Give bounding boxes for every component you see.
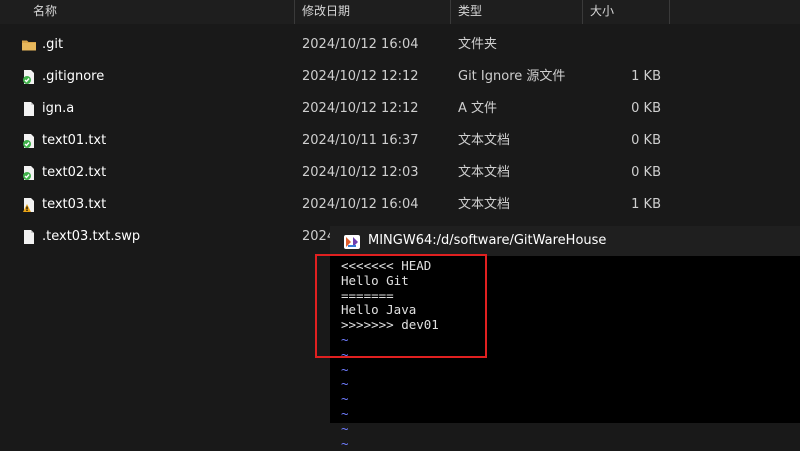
vim-tilde: ~ [341, 391, 349, 407]
column-separator[interactable] [669, 0, 670, 24]
file-modified: 2024/10/12 12:12 [302, 101, 419, 116]
file-synced-icon [21, 69, 37, 85]
file-row[interactable]: ign.a 2024/10/12 12:12 A 文件 0 KB [0, 93, 800, 125]
column-type-header[interactable]: 类型 [458, 0, 482, 24]
file-row[interactable]: .git 2024/10/12 16:04 文件夹 [0, 29, 800, 61]
file-name: .git [42, 37, 64, 52]
file-name: text02.txt [42, 165, 107, 180]
file-type: 文件夹 [458, 37, 498, 52]
file-size: 1 KB [631, 197, 661, 212]
file-type: Git Ignore 源文件 [458, 69, 566, 84]
conflict-highlight-box [315, 254, 487, 358]
column-name-header[interactable]: 名称 [33, 0, 57, 24]
file-modified: 2024/10/12 16:04 [302, 197, 419, 212]
file-size [581, 29, 661, 61]
file-modified: 2024/10/11 16:37 [302, 133, 419, 148]
file-modified: 2024/10/12 12:12 [302, 69, 419, 84]
column-header-bar: 名称 修改日期 类型 大小 [0, 0, 800, 24]
file-type: A 文件 [458, 101, 498, 116]
git-bash-icon [344, 234, 360, 249]
column-separator[interactable] [294, 0, 295, 24]
file-modified: 2024/10/12 16:04 [302, 37, 419, 52]
file-row[interactable]: text02.txt 2024/10/12 12:03 文本文档 0 KB [0, 157, 800, 189]
column-size-header[interactable]: 大小 [590, 0, 614, 24]
file-icon [21, 101, 37, 117]
column-separator[interactable] [450, 0, 451, 24]
file-synced-icon [21, 133, 37, 149]
file-synced-icon [21, 165, 37, 181]
file-name: .text03.txt.swp [42, 229, 141, 244]
terminal-title: MINGW64:/d/software/GitWareHouse [368, 233, 607, 248]
file-type: 文本文档 [458, 197, 511, 212]
file-size: 1 KB [631, 69, 661, 84]
terminal-title-bar[interactable]: MINGW64:/d/software/GitWareHouse [330, 226, 800, 256]
vim-tilde: ~ [341, 361, 349, 377]
file-icon [21, 229, 37, 245]
file-name: text01.txt [42, 133, 107, 148]
column-separator[interactable] [582, 0, 583, 24]
vim-tilde: ~ [341, 420, 349, 436]
file-name: ign.a [42, 101, 75, 116]
file-row[interactable]: text03.txt 2024/10/12 16:04 文本文档 1 KB [0, 189, 800, 221]
file-conflict-icon [21, 197, 37, 213]
file-row[interactable]: text01.txt 2024/10/11 16:37 文本文档 0 KB [0, 125, 800, 157]
file-type: 文本文档 [458, 133, 511, 148]
file-row[interactable]: .gitignore 2024/10/12 12:12 Git Ignore 源… [0, 61, 800, 93]
folder-icon [21, 37, 37, 53]
file-size: 0 KB [631, 165, 661, 180]
vim-tilde: ~ [341, 405, 349, 421]
file-name: .gitignore [42, 69, 105, 84]
file-type: 文本文档 [458, 165, 511, 180]
vim-tilde: ~ [341, 376, 349, 392]
file-modified: 2024/10/12 12:03 [302, 165, 419, 180]
vim-tilde: ~ [341, 435, 349, 451]
file-size: 0 KB [631, 101, 661, 116]
file-size: 0 KB [631, 133, 661, 148]
column-modified-header[interactable]: 修改日期 [302, 0, 350, 24]
file-name: text03.txt [42, 197, 107, 212]
